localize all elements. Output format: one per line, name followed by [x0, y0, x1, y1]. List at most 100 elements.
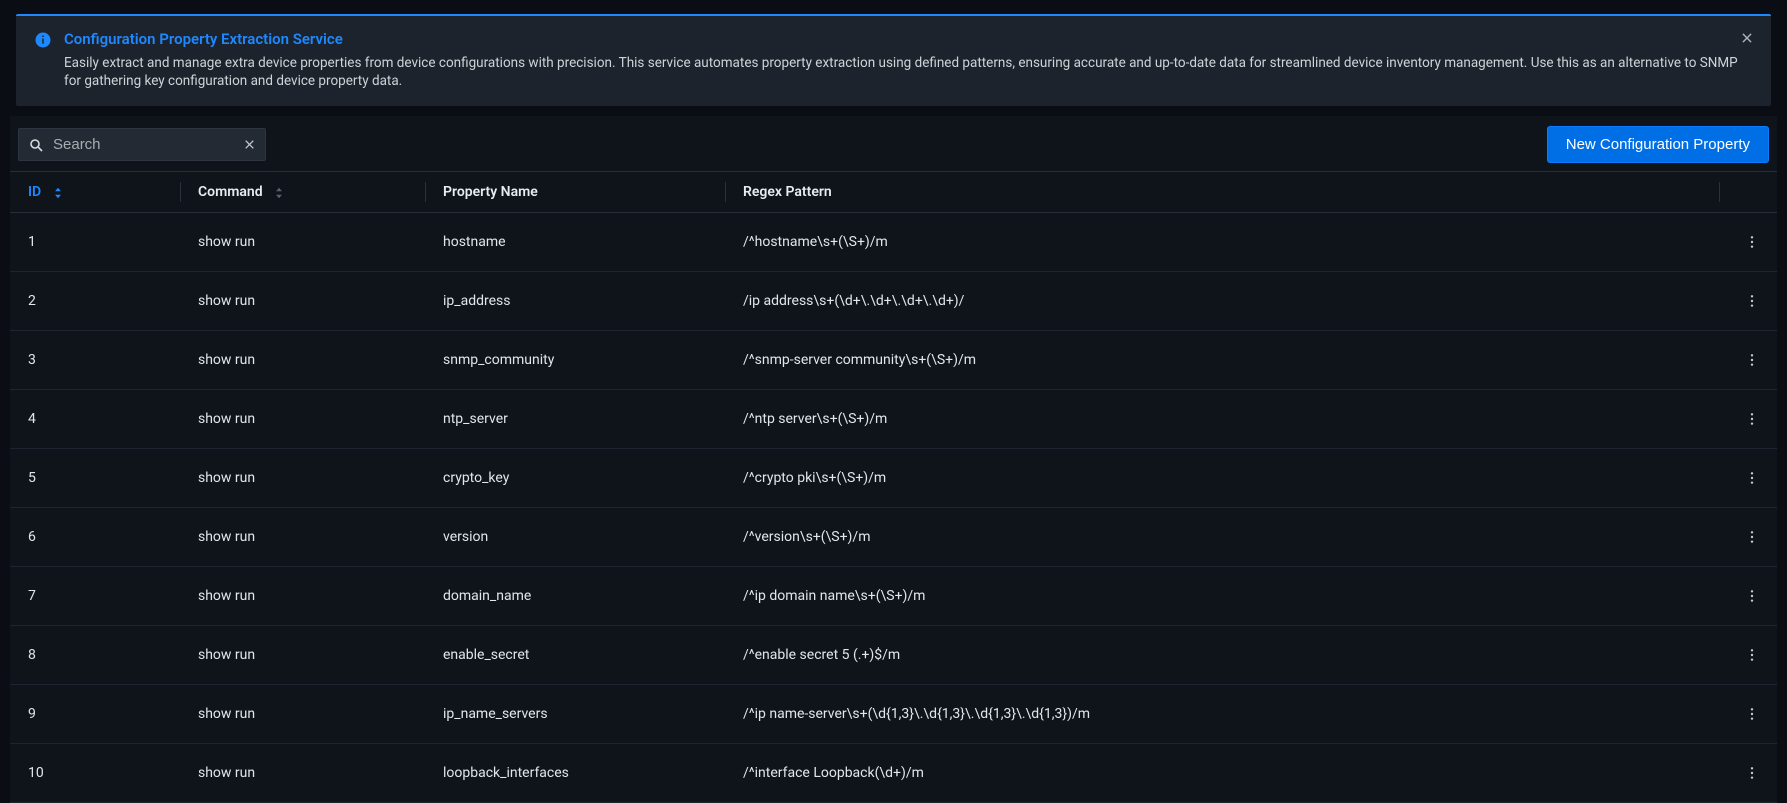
cell-regex-pattern: /^enable secret 5 (.+)$/m — [725, 626, 1719, 685]
cell-property-name: ntp_server — [425, 390, 725, 449]
info-icon — [34, 31, 52, 49]
more-vertical-icon — [1744, 293, 1760, 309]
row-actions-button[interactable] — [1738, 228, 1766, 256]
cell-actions — [1719, 213, 1777, 272]
row-actions-button[interactable] — [1738, 405, 1766, 433]
banner-close-button[interactable] — [1737, 28, 1757, 48]
column-header-label: Property Name — [443, 184, 538, 200]
sort-icon — [272, 186, 286, 200]
cell-id: 5 — [10, 449, 180, 508]
more-vertical-icon — [1744, 765, 1760, 781]
row-actions-button[interactable] — [1738, 346, 1766, 374]
properties-table: ID Command Property Name Regex Pattern — [10, 171, 1777, 803]
table-row[interactable]: 8show runenable_secret/^enable secret 5 … — [10, 626, 1777, 685]
cell-regex-pattern: /^hostname\s+(\S+)/m — [725, 213, 1719, 272]
cell-id: 9 — [10, 685, 180, 744]
column-header-property-name[interactable]: Property Name — [425, 172, 725, 213]
search-field — [18, 128, 266, 161]
cell-command: show run — [180, 272, 425, 331]
cell-regex-pattern: /^ntp server\s+(\S+)/m — [725, 390, 1719, 449]
cell-command: show run — [180, 685, 425, 744]
cell-actions — [1719, 626, 1777, 685]
table-row[interactable]: 10show runloopback_interfaces/^interface… — [10, 744, 1777, 803]
cell-actions — [1719, 331, 1777, 390]
cell-property-name: ip_name_servers — [425, 685, 725, 744]
more-vertical-icon — [1744, 529, 1760, 545]
row-actions-button[interactable] — [1738, 759, 1766, 787]
more-vertical-icon — [1744, 470, 1760, 486]
table-row[interactable]: 7show rundomain_name/^ip domain name\s+(… — [10, 567, 1777, 626]
column-header-regex-pattern[interactable]: Regex Pattern — [725, 172, 1719, 213]
more-vertical-icon — [1744, 234, 1760, 250]
cell-command: show run — [180, 567, 425, 626]
cell-command: show run — [180, 390, 425, 449]
cell-actions — [1719, 685, 1777, 744]
cell-id: 3 — [10, 331, 180, 390]
column-header-actions — [1719, 172, 1777, 213]
row-actions-button[interactable] — [1738, 464, 1766, 492]
cell-property-name: loopback_interfaces — [425, 744, 725, 803]
search-clear-button[interactable] — [238, 134, 260, 156]
column-header-id[interactable]: ID — [10, 172, 180, 213]
cell-property-name: enable_secret — [425, 626, 725, 685]
table-row[interactable]: 3show runsnmp_community/^snmp-server com… — [10, 331, 1777, 390]
banner-description: Easily extract and manage extra device p… — [64, 54, 1753, 90]
table-row[interactable]: 9show runip_name_servers/^ip name-server… — [10, 685, 1777, 744]
cell-id: 4 — [10, 390, 180, 449]
cell-regex-pattern: /^ip name-server\s+(\d{1,3}\.\d{1,3}\.\d… — [725, 685, 1719, 744]
cell-actions — [1719, 390, 1777, 449]
cell-command: show run — [180, 449, 425, 508]
table-row[interactable]: 6show runversion/^version\s+(\S+)/m — [10, 508, 1777, 567]
column-header-label: Regex Pattern — [743, 184, 832, 200]
cell-regex-pattern: /^crypto pki\s+(\S+)/m — [725, 449, 1719, 508]
cell-command: show run — [180, 744, 425, 803]
cell-id: 6 — [10, 508, 180, 567]
sort-icon — [51, 186, 65, 200]
cell-id: 1 — [10, 213, 180, 272]
more-vertical-icon — [1744, 352, 1760, 368]
cell-regex-pattern: /^interface Loopback(\d+)/m — [725, 744, 1719, 803]
cell-id: 2 — [10, 272, 180, 331]
search-input[interactable] — [18, 128, 266, 161]
cell-command: show run — [180, 213, 425, 272]
row-actions-button[interactable] — [1738, 523, 1766, 551]
cell-actions — [1719, 272, 1777, 331]
main-panel: New Configuration Property ID Command — [10, 116, 1777, 803]
cell-regex-pattern: /^ip domain name\s+(\S+)/m — [725, 567, 1719, 626]
close-icon — [243, 138, 256, 151]
cell-property-name: domain_name — [425, 567, 725, 626]
cell-property-name: crypto_key — [425, 449, 725, 508]
cell-command: show run — [180, 331, 425, 390]
cell-regex-pattern: /ip address\s+(\d+\.\d+\.\d+\.\d+)/ — [725, 272, 1719, 331]
table-row[interactable]: 5show runcrypto_key/^crypto pki\s+(\S+)/… — [10, 449, 1777, 508]
cell-regex-pattern: /^snmp-server community\s+(\S+)/m — [725, 331, 1719, 390]
banner-title: Configuration Property Extraction Servic… — [64, 30, 1753, 48]
table-row[interactable]: 4show runntp_server/^ntp server\s+(\S+)/… — [10, 390, 1777, 449]
cell-id: 7 — [10, 567, 180, 626]
cell-command: show run — [180, 626, 425, 685]
cell-actions — [1719, 567, 1777, 626]
cell-actions — [1719, 508, 1777, 567]
cell-id: 8 — [10, 626, 180, 685]
row-actions-button[interactable] — [1738, 700, 1766, 728]
cell-property-name: hostname — [425, 213, 725, 272]
more-vertical-icon — [1744, 411, 1760, 427]
cell-regex-pattern: /^version\s+(\S+)/m — [725, 508, 1719, 567]
info-banner: Configuration Property Extraction Servic… — [16, 14, 1771, 106]
column-header-command[interactable]: Command — [180, 172, 425, 213]
row-actions-button[interactable] — [1738, 582, 1766, 610]
table-row[interactable]: 2show runip_address/ip address\s+(\d+\.\… — [10, 272, 1777, 331]
cell-property-name: snmp_community — [425, 331, 725, 390]
more-vertical-icon — [1744, 706, 1760, 722]
new-configuration-property-button[interactable]: New Configuration Property — [1547, 126, 1769, 163]
column-header-label: ID — [28, 184, 41, 200]
cell-actions — [1719, 449, 1777, 508]
cell-command: show run — [180, 508, 425, 567]
more-vertical-icon — [1744, 588, 1760, 604]
toolbar: New Configuration Property — [10, 116, 1777, 171]
cell-id: 10 — [10, 744, 180, 803]
table-row[interactable]: 1show runhostname/^hostname\s+(\S+)/m — [10, 213, 1777, 272]
cell-property-name: version — [425, 508, 725, 567]
row-actions-button[interactable] — [1738, 287, 1766, 315]
row-actions-button[interactable] — [1738, 641, 1766, 669]
